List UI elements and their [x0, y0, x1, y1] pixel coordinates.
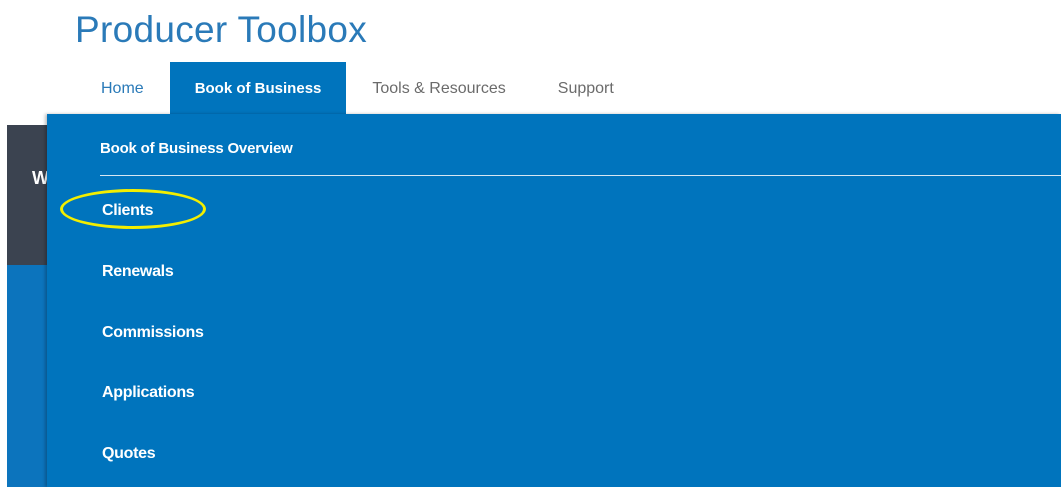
main-nav: Home Book of Business Tools & Resources …	[75, 62, 640, 115]
menu-item-book-of-business-overview[interactable]: Book of Business Overview	[100, 140, 293, 157]
menu-item-quotes[interactable]: Quotes	[102, 445, 156, 463]
page-title: Producer Toolbox	[75, 9, 368, 50]
menu-item-clients[interactable]: Clients	[102, 202, 154, 220]
tab-support[interactable]: Support	[532, 62, 640, 115]
book-of-business-dropdown: Book of Business Overview Clients Renewa…	[47, 114, 1061, 487]
menu-item-renewals[interactable]: Renewals	[102, 263, 174, 281]
tab-tools-resources[interactable]: Tools & Resources	[346, 62, 531, 115]
tab-home[interactable]: Home	[75, 62, 170, 115]
dropdown-divider	[100, 175, 1061, 176]
menu-item-applications[interactable]: Applications	[102, 384, 195, 402]
page: Producer Toolbox Home Book of Business T…	[0, 0, 1061, 487]
menu-item-commissions[interactable]: Commissions	[102, 324, 204, 342]
tab-book-of-business[interactable]: Book of Business	[169, 62, 347, 115]
